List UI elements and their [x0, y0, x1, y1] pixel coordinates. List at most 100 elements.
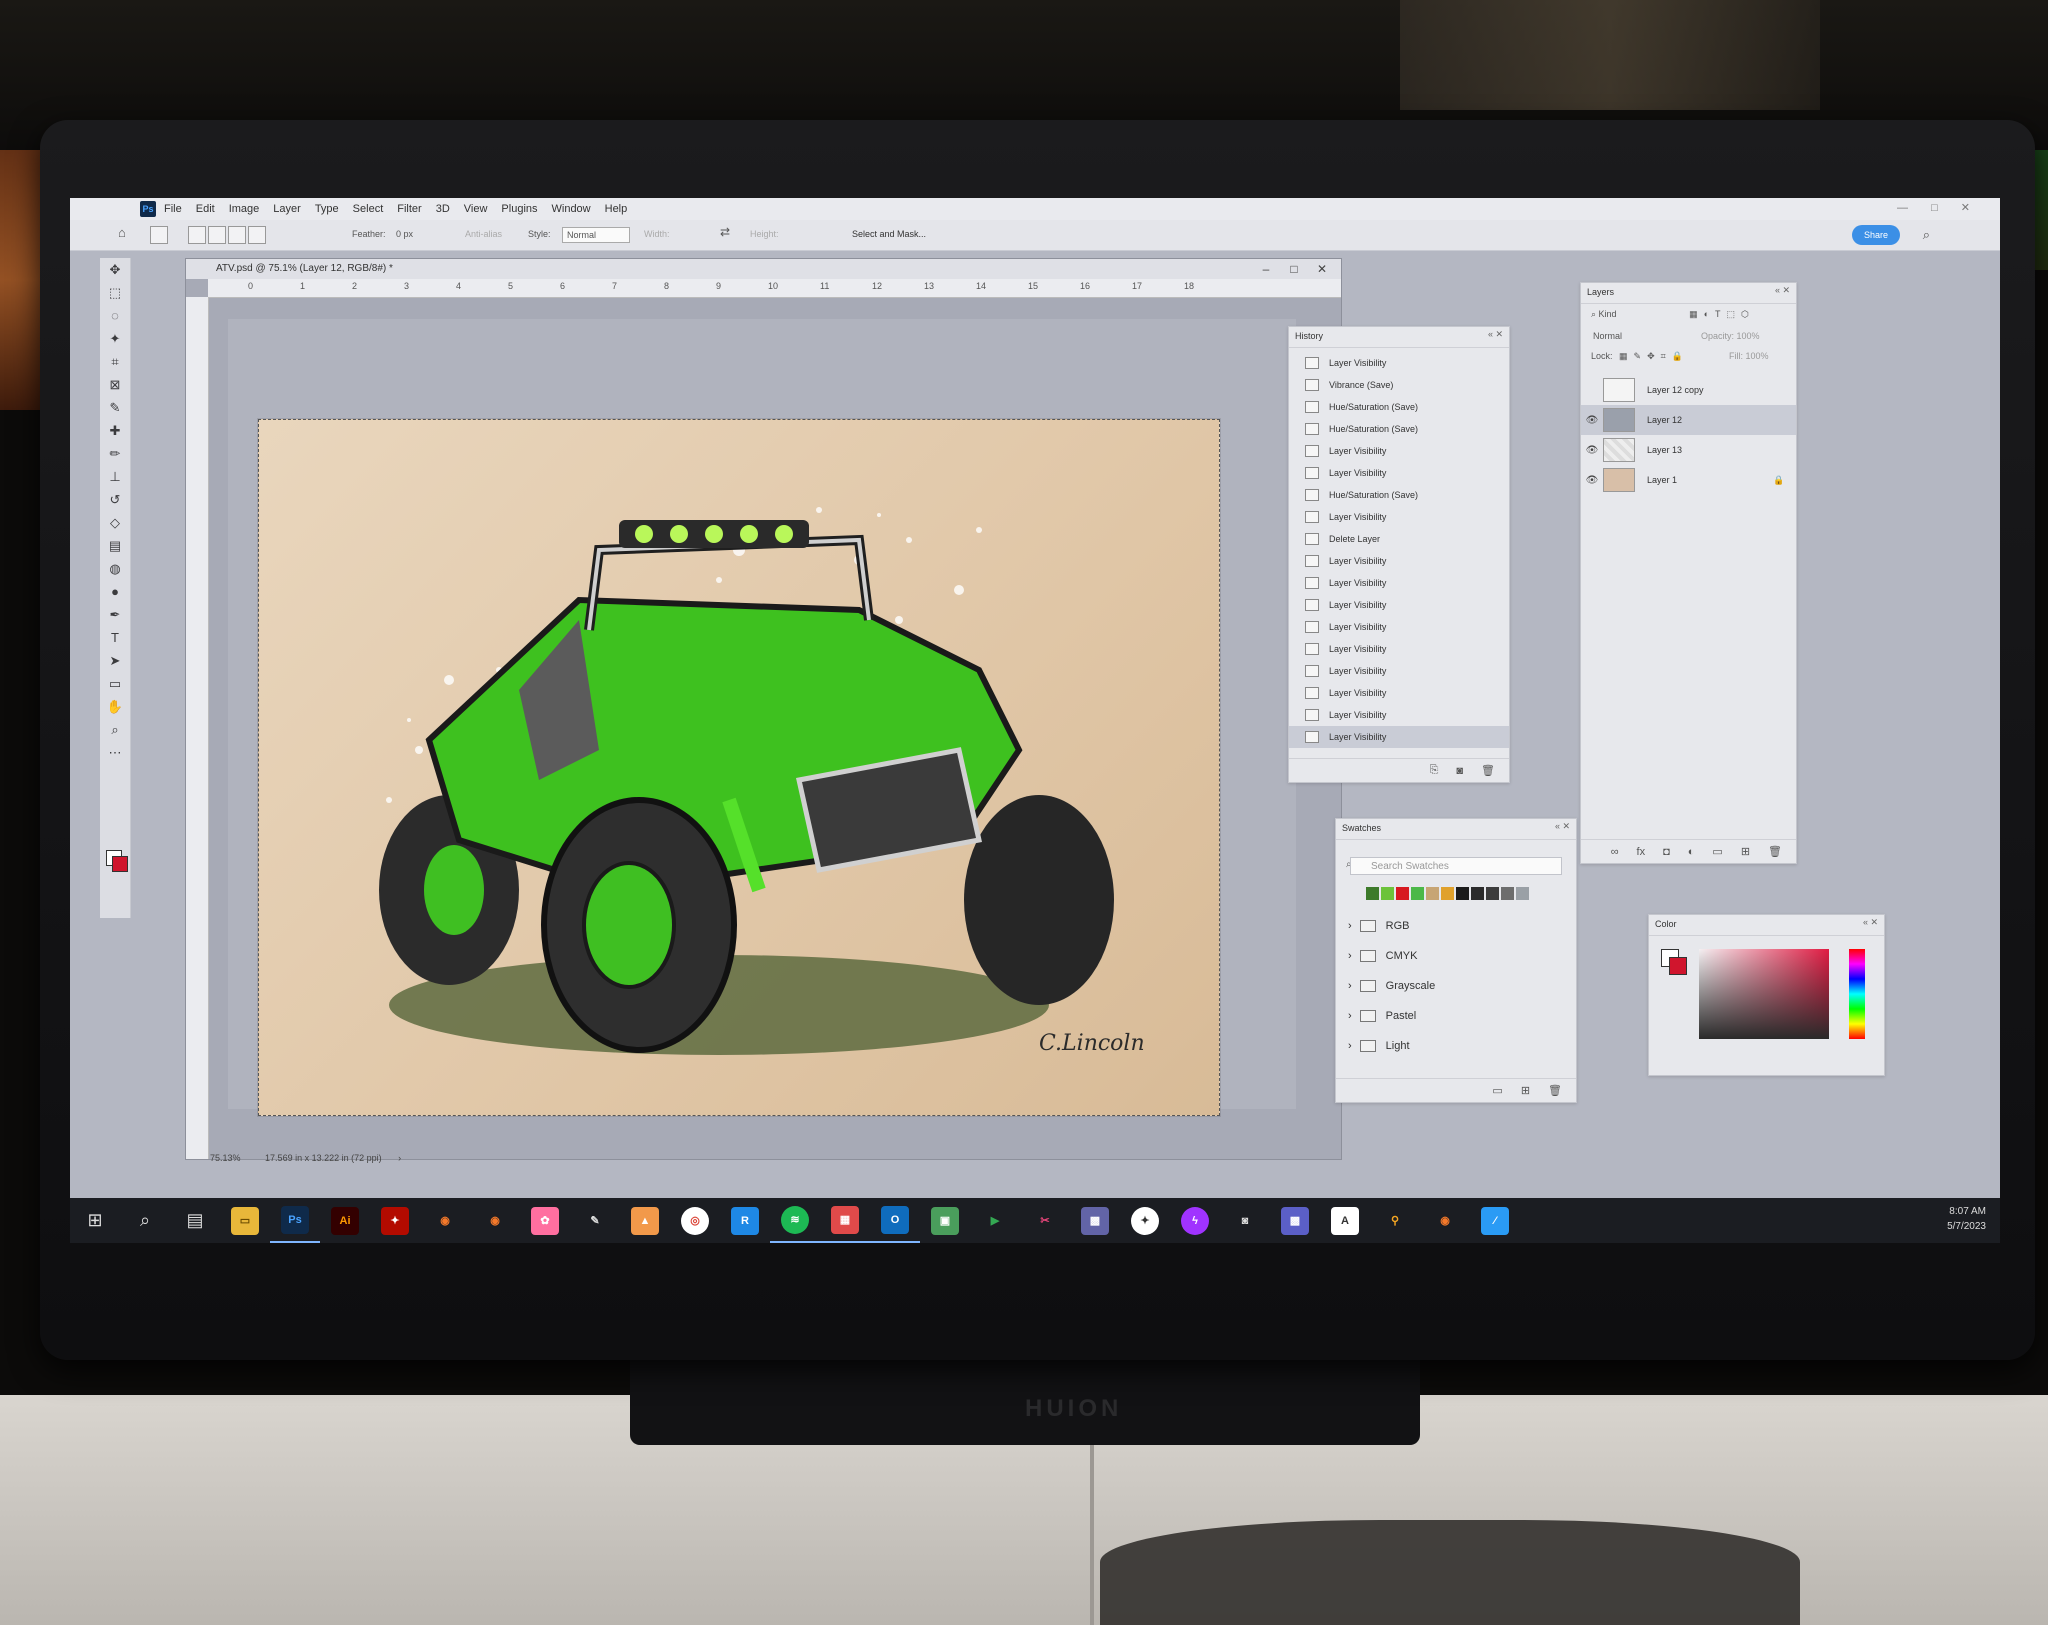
swatch-chip[interactable]	[1411, 887, 1424, 900]
swatches-search-input[interactable]: Search Swatches	[1350, 857, 1562, 875]
move-tool-icon[interactable]: ✥	[100, 258, 130, 281]
eraser-icon[interactable]: ◇	[100, 511, 130, 534]
play-store-taskbar-icon[interactable]: ▶	[970, 1198, 1020, 1243]
home-icon[interactable]: ⌂	[118, 225, 126, 240]
history-item[interactable]: Layer Visibility	[1289, 704, 1509, 726]
mask-icon[interactable]: ◘	[1663, 846, 1670, 858]
history-item[interactable]: Hue/Saturation (Save)	[1289, 396, 1509, 418]
history-item[interactable]: Layer Visibility	[1289, 594, 1509, 616]
history-item[interactable]: Layer Visibility	[1289, 572, 1509, 594]
snipping-tool-taskbar-icon[interactable]: ✂	[1020, 1198, 1070, 1243]
magic-wand-icon[interactable]: ✦	[100, 327, 130, 350]
swatch-chip[interactable]	[1396, 887, 1409, 900]
swatch-group-light[interactable]: › Light	[1336, 1031, 1576, 1061]
system-clock[interactable]: 8:07 AM 5/7/2023	[1947, 1204, 1986, 1234]
brush-tool-icon[interactable]: ✏	[100, 442, 130, 465]
new-document-from-state-icon[interactable]: ⎘	[1430, 764, 1439, 777]
more-tools-icon[interactable]: ⋯	[100, 741, 130, 764]
trash-icon[interactable]: 🗑	[1768, 845, 1782, 858]
swap-icon[interactable]: ⇄	[720, 225, 730, 239]
blur-tool-icon[interactable]: ◍	[100, 557, 130, 580]
opacity-control[interactable]: Opacity: 100%	[1701, 331, 1760, 341]
paint-app-taskbar-icon[interactable]: ✿	[520, 1198, 570, 1243]
menu-layer[interactable]: Layer	[273, 203, 301, 215]
swatch-group-grayscale[interactable]: › Grayscale	[1336, 971, 1576, 1001]
search-icon[interactable]: ⌕	[1923, 227, 1930, 243]
swatch-chip[interactable]	[1366, 887, 1379, 900]
teams-taskbar-icon[interactable]: ▩	[1070, 1198, 1120, 1243]
new-group-icon[interactable]: ▭	[1492, 1084, 1502, 1097]
history-item[interactable]: Layer Visibility	[1289, 660, 1509, 682]
swatch-chip[interactable]	[1426, 887, 1439, 900]
rectangle-tool-icon[interactable]: ▭	[100, 672, 130, 695]
close-icon[interactable]: ✕	[1309, 259, 1335, 279]
blender-taskbar-icon[interactable]: ◉	[420, 1198, 470, 1243]
hue-slider[interactable]	[1849, 949, 1865, 1039]
fx-icon[interactable]: fx	[1637, 846, 1646, 858]
snapshot-icon[interactable]: ◙	[1456, 765, 1463, 777]
swatch-group-rgb[interactable]: › RGB	[1336, 911, 1576, 941]
history-item[interactable]: Layer Visibility	[1289, 440, 1509, 462]
document-tab[interactable]: ATV.psd @ 75.1% (Layer 12, RGB/8#) * – □…	[186, 259, 1341, 279]
stamp-tool-icon[interactable]: ⊥	[100, 465, 130, 488]
spotify-taskbar-icon[interactable]: ≋	[770, 1198, 820, 1243]
hand-tool-icon[interactable]: ✋	[100, 695, 130, 718]
swatch-chip[interactable]	[1456, 887, 1469, 900]
swatch-group-cmyk[interactable]: › CMYK	[1336, 941, 1576, 971]
crop-tool-icon[interactable]: ⌗	[100, 350, 130, 373]
task-view-icon[interactable]: ▤	[170, 1198, 220, 1243]
link-icon[interactable]: ∞	[1611, 846, 1619, 858]
layer-row-selected[interactable]: 👁 Layer 12	[1581, 405, 1796, 435]
marquee-preset-icon[interactable]	[150, 226, 168, 244]
history-item[interactable]: Layer Visibility	[1289, 462, 1509, 484]
windows-start-icon[interactable]: ⊞	[70, 1198, 120, 1243]
new-layer-icon[interactable]: ⊞	[1741, 845, 1750, 858]
fill-control[interactable]: Fill: 100%	[1729, 351, 1769, 361]
swatch-chip[interactable]	[1441, 887, 1454, 900]
photoshop-taskbar-icon[interactable]: Ps	[270, 1198, 320, 1243]
menu-select[interactable]: Select	[353, 203, 384, 215]
menu-3d[interactable]: 3D	[436, 203, 450, 215]
add-selection-icon[interactable]	[208, 226, 226, 244]
type-tool-icon[interactable]: T	[100, 626, 130, 649]
history-item[interactable]: Delete Layer	[1289, 528, 1509, 550]
messenger-taskbar-icon[interactable]: ϟ	[1170, 1198, 1220, 1243]
history-item[interactable]: Layer Visibility	[1289, 550, 1509, 572]
menu-filter[interactable]: Filter	[397, 203, 421, 215]
layer-row[interactable]: Layer 12 copy	[1581, 375, 1796, 405]
subtract-selection-icon[interactable]	[228, 226, 246, 244]
history-item[interactable]: Layer Visibility	[1289, 638, 1509, 660]
acrobat-taskbar-icon[interactable]: ✦	[370, 1198, 420, 1243]
grid-app-taskbar-icon[interactable]: ▦	[820, 1198, 870, 1243]
minimize-icon[interactable]: –	[1253, 259, 1279, 279]
trash-icon[interactable]: 🗑	[1548, 1084, 1562, 1097]
panel-close-icon[interactable]: « ✕	[1488, 329, 1503, 340]
search-icon[interactable]: ⌕	[120, 1198, 170, 1243]
notes-taskbar-icon[interactable]: ⁄	[1470, 1198, 1520, 1243]
layer-name[interactable]: Layer 12 copy	[1647, 385, 1704, 395]
history-item[interactable]: Vibrance (Save)	[1289, 374, 1509, 396]
menu-file[interactable]: File	[164, 203, 182, 215]
lasso-tool-icon[interactable]: ◌	[100, 304, 130, 327]
layer-row[interactable]: 👁 Layer 1 🔒	[1581, 465, 1796, 495]
panel-close-icon[interactable]: « ✕	[1775, 285, 1790, 296]
history-brush-icon[interactable]: ↺	[100, 488, 130, 511]
new-selection-icon[interactable]	[188, 226, 206, 244]
menu-image[interactable]: Image	[229, 203, 260, 215]
panel-close-icon[interactable]: « ✕	[1863, 917, 1878, 928]
group-icon[interactable]: ▭	[1712, 845, 1722, 858]
background-color[interactable]	[1669, 957, 1687, 975]
style-select[interactable]: Normal	[562, 227, 630, 243]
menu-plugins[interactable]: Plugins	[501, 203, 537, 215]
antialias-checkbox[interactable]: Anti-alias	[465, 229, 502, 239]
window-controls[interactable]: — □ ✕	[1897, 201, 1980, 214]
filter-type-icons[interactable]: ▦◐T⬚⬡	[1689, 309, 1755, 319]
history-item[interactable]: Layer Visibility	[1289, 352, 1509, 374]
marquee-tool-icon[interactable]: ⬚	[100, 281, 130, 304]
search-tool-taskbar-icon[interactable]: ⚲	[1370, 1198, 1420, 1243]
layer-name[interactable]: Layer 13	[1647, 445, 1682, 455]
layer-name[interactable]: Layer 1	[1647, 475, 1677, 485]
chat-app-taskbar-icon[interactable]: ▩	[1270, 1198, 1320, 1243]
intersect-selection-icon[interactable]	[248, 226, 266, 244]
blend-mode-select[interactable]: Normal	[1593, 331, 1622, 341]
